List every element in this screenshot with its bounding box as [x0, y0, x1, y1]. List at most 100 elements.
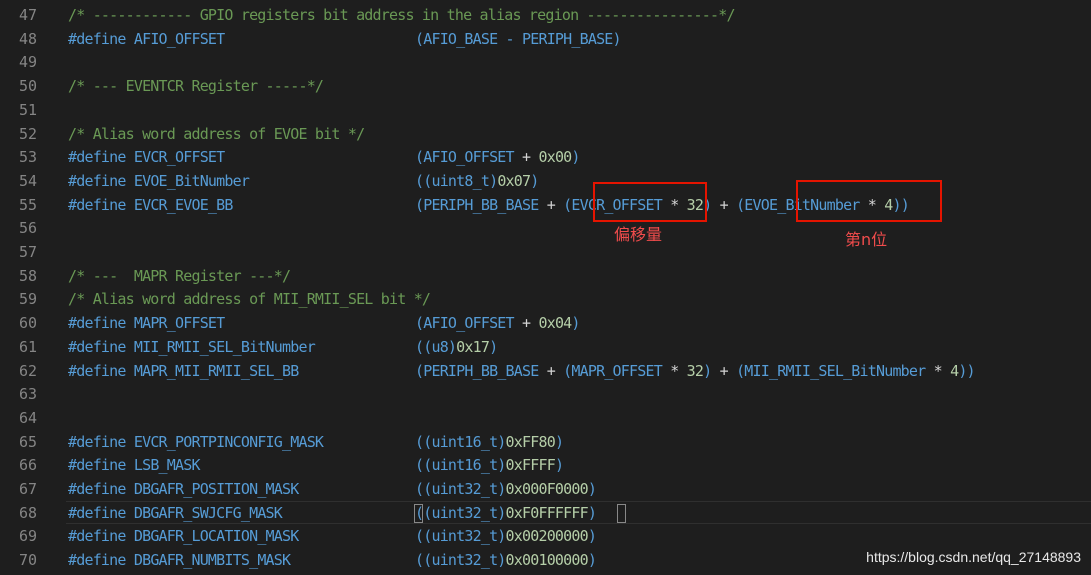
code-token-kw: #define — [68, 337, 126, 356]
code-line[interactable]: 50 /* --- EVENTCR Register -----*/ — [0, 75, 1091, 99]
code-text: #define MII_RMII_SEL_BitNumber — [68, 336, 316, 360]
code-line[interactable]: 63 — [0, 383, 1091, 407]
code-token-kw: #define — [68, 432, 126, 451]
code-token-op: * — [670, 361, 687, 380]
code-token-mac: DBGAFR_NUMBITS_MASK — [125, 551, 291, 570]
code-token-mac: ((uint16_t) — [415, 456, 506, 475]
line-number: 70 — [18, 551, 37, 570]
code-token-kw: #define — [68, 195, 126, 214]
code-token-cmt: /* --- MAPR Register ---*/ — [68, 266, 291, 285]
macro-value: ((uint32_t)0x00200000) — [415, 525, 597, 549]
macro-value: (AFIO_OFFSET + 0x04) — [415, 312, 580, 336]
code-token-kw: #define — [68, 480, 126, 498]
line-number: 52 — [18, 124, 37, 143]
code-token-mac: EVCR_OFFSET — [125, 148, 225, 167]
code-text: #define DBGAFR_NUMBITS_MASK — [68, 549, 291, 573]
line-number: 49 — [18, 53, 37, 72]
code-token-num: 32 — [686, 361, 704, 380]
code-line[interactable]: 60 #define MAPR_OFFSET (AFIO_OFFSET + 0x04… — [0, 312, 1091, 336]
code-line[interactable]: 58 /* --- MAPR Register ---*/ — [0, 265, 1091, 289]
code-line[interactable]: 51 — [0, 99, 1091, 123]
macro-value: ((uint32_t)0x00100000) — [415, 549, 597, 573]
code-token-cmt: /* Alias word address of EVOE bit */ — [68, 124, 365, 143]
code-token-mac: ) — [587, 480, 597, 498]
line-number: 62 — [18, 361, 37, 380]
line-number: 61 — [18, 337, 37, 356]
code-line[interactable]: 59 /* Alias word address of MII_RMII_SEL … — [0, 288, 1091, 312]
code-token-mac: (AFIO_OFFSET — [415, 314, 523, 333]
code-line[interactable]: 48 #define AFIO_OFFSET (AFIO_BASE - PERIPH… — [0, 28, 1091, 52]
macro-value: ((uint32_t)0x000F0000) — [415, 478, 597, 502]
line-number: 64 — [18, 408, 37, 427]
line-number: 63 — [18, 385, 37, 404]
line-number: 54 — [18, 171, 37, 190]
line-number: 58 — [18, 266, 37, 285]
code-text: #define EVCR_EVOE_BB — [68, 194, 233, 218]
code-token-cmt: /* Alias word address of MII_RMII_SEL bi… — [68, 290, 431, 309]
code-token-mac: (AFIO_OFFSET — [415, 148, 523, 167]
code-line[interactable]: 65 #define EVCR_PORTPINCONFIG_MASK ((uint1… — [0, 431, 1091, 455]
code-text: #define EVCR_OFFSET — [68, 146, 225, 170]
code-line[interactable]: 64 — [0, 407, 1091, 431]
code-token-cmt: /* --- EVENTCR Register -----*/ — [68, 77, 324, 96]
code-token-mac: ) — [530, 171, 539, 190]
watermark: https://blog.csdn.net/qq_27148893 — [866, 549, 1081, 565]
code-token-mac: EVCR_EVOE_BB — [125, 195, 234, 214]
bracket-match-open — [414, 504, 423, 523]
code-token-op: + — [522, 314, 539, 333]
annotation-label-bit: 第n位 — [845, 230, 888, 249]
code-token-num: 0x000F0000 — [505, 480, 589, 498]
code-token-num: 0xFFFF — [505, 456, 556, 475]
macro-value: (AFIO_BASE - PERIPH_BASE) — [415, 28, 622, 52]
code-token-kw: #define — [68, 551, 126, 570]
code-token-mac: AFIO_OFFSET — [125, 29, 225, 48]
code-token-op: * — [933, 361, 951, 380]
code-token-mac: ) — [587, 527, 597, 546]
code-text: #define DBGAFR_POSITION_MASK — [68, 478, 299, 502]
code-token-mac: ((uint8_t) — [415, 171, 498, 190]
current-line-highlight — [66, 501, 1091, 524]
code-token-num: 0x00100000 — [505, 551, 589, 570]
code-text: /* --- EVENTCR Register -----*/ — [68, 75, 324, 99]
bracket-match-close — [617, 504, 626, 523]
code-token-mac: ) — [554, 456, 564, 475]
macro-value: (AFIO_OFFSET + 0x00) — [415, 146, 580, 170]
code-text: #define AFIO_OFFSET — [68, 28, 225, 52]
code-editor[interactable]: 47 /* ------------ GPIO registers bit add… — [0, 0, 1091, 575]
line-number: 68 — [18, 503, 37, 522]
code-line[interactable]: 53 #define EVCR_OFFSET (AFIO_OFFSET + 0x00… — [0, 146, 1091, 170]
code-text: /* Alias word address of MII_RMII_SEL bi… — [68, 288, 431, 312]
code-token-kw: #define — [68, 148, 126, 167]
line-number: 48 — [18, 29, 37, 48]
code-line[interactable]: 57 — [0, 241, 1091, 265]
code-token-mac: (PERIPH_BB_BASE — [415, 361, 547, 380]
code-token-mac: LSB_MASK — [125, 456, 201, 475]
code-token-mac: DBGAFR_POSITION_MASK — [125, 480, 299, 498]
code-line[interactable]: 52 /* Alias word address of EVOE bit */ — [0, 123, 1091, 147]
code-line[interactable]: 61 #define MII_RMII_SEL_BitNumber ((u8)0x1… — [0, 336, 1091, 360]
code-token-kw: #define — [68, 171, 126, 190]
code-token-mac: ((u8) — [415, 337, 457, 356]
code-token-op: + — [546, 361, 564, 380]
line-number: 51 — [18, 100, 37, 119]
code-line[interactable]: 62 #define MAPR_MII_RMII_SEL_BB (PERIPH_BB… — [0, 360, 1091, 384]
line-number: 47 — [18, 6, 37, 24]
code-token-kw: #define — [68, 29, 126, 48]
line-number: 57 — [18, 243, 37, 261]
code-text: /* ------------ GPIO registers bit addre… — [68, 4, 736, 28]
code-text: #define LSB_MASK — [68, 454, 201, 478]
code-token-mac: MAPR_OFFSET — [125, 314, 225, 333]
code-line[interactable]: 47 /* ------------ GPIO registers bit add… — [0, 4, 1091, 28]
macro-value: ((uint8_t)0x07) — [415, 170, 539, 194]
code-token-kw: #define — [68, 527, 126, 546]
macro-value: ((uint16_t)0xFF80) — [415, 431, 564, 455]
code-line[interactable]: 69 #define DBGAFR_LOCATION_MASK ((uint32_t… — [0, 525, 1091, 549]
code-token-mac: ((uint32_t) — [415, 480, 506, 498]
code-line[interactable]: 66 #define LSB_MASK ((uint16_t)0xFFFF) — [0, 454, 1091, 478]
line-number: 69 — [18, 527, 37, 546]
code-token-kw: #define — [68, 361, 126, 380]
code-token-mac: )) — [958, 361, 975, 380]
code-line[interactable]: 67 #define DBGAFR_POSITION_MASK ((uint32_t… — [0, 478, 1091, 502]
code-line[interactable]: 49 — [0, 51, 1091, 75]
code-token-mac: ) — [571, 148, 580, 167]
